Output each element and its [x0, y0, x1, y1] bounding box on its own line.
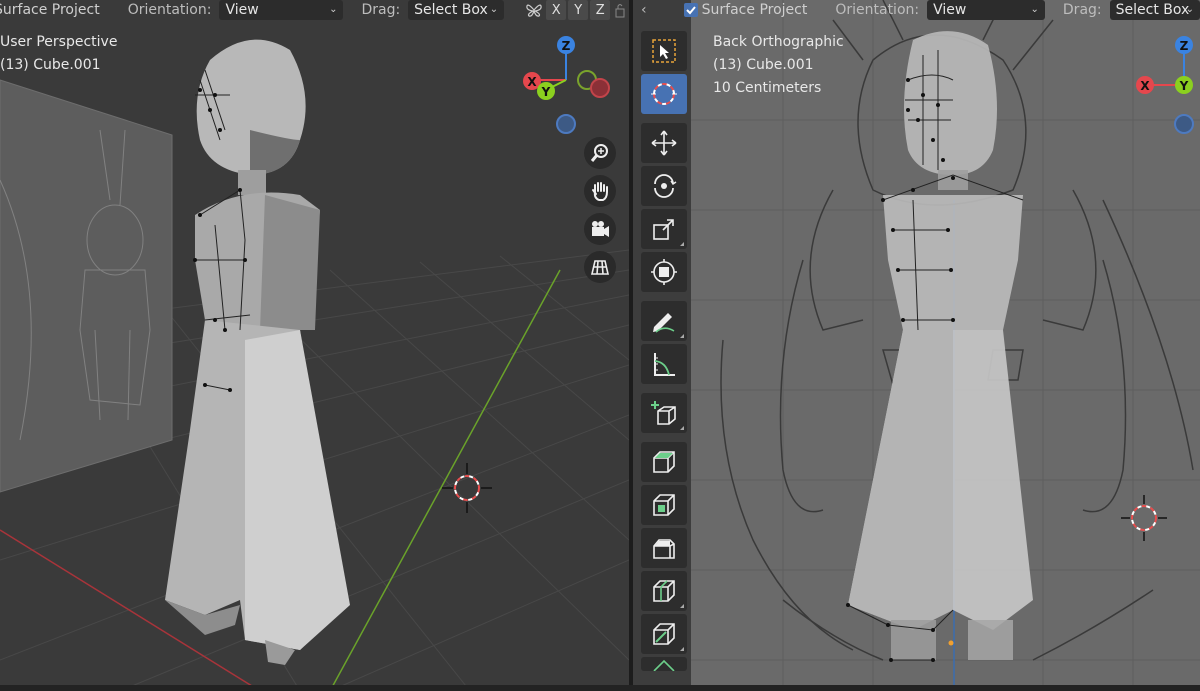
transform-icon — [651, 259, 677, 285]
tool-add-cube[interactable] — [641, 393, 687, 433]
add-cube-icon — [651, 401, 676, 425]
orientation-value: View — [225, 2, 259, 18]
zoom-icon — [590, 144, 608, 162]
checkmark-icon — [686, 6, 696, 15]
viewport-info-left: User Perspective (13) Cube.001 — [0, 31, 117, 77]
inset-icon — [653, 494, 675, 516]
mirror-y-button[interactable]: Y — [568, 0, 589, 20]
view-name: User Perspective — [0, 34, 118, 50]
mirror-z-button[interactable]: Z — [590, 0, 611, 20]
viewport-header-left: Surface Project Orientation: View ⌄ Drag… — [0, 0, 629, 20]
extrude-icon — [653, 451, 675, 473]
mode-checkbox[interactable] — [683, 3, 698, 17]
tool-loop-cut[interactable] — [641, 571, 687, 611]
viewport-right-canvas[interactable] — [633, 0, 1200, 691]
move-icon — [651, 130, 677, 156]
tool-annotate[interactable] — [641, 301, 687, 341]
drag-value: Select Box — [1115, 2, 1190, 18]
tool-shelf — [641, 31, 689, 674]
collapse-arrow-icon[interactable]: ‹ — [633, 2, 655, 18]
tool-inset[interactable] — [641, 485, 687, 525]
mirror-x-button[interactable]: X — [546, 0, 567, 20]
bottom-status-strip — [0, 685, 1200, 691]
drag-label: Drag: — [1062, 2, 1102, 18]
annotate-icon — [653, 313, 675, 333]
chevron-down-icon: ⌄ — [489, 4, 499, 15]
grid-icon — [590, 260, 610, 275]
hand-pan-icon — [592, 182, 608, 201]
object-info: (13) Cube.001 — [713, 57, 814, 73]
viewport-info-right: Back Orthographic (13) Cube.001 10 Centi… — [713, 31, 844, 100]
bevel-icon — [653, 539, 675, 559]
object-info: (13) Cube.001 — [0, 57, 101, 73]
drag-dropdown[interactable]: Select Box ⌄ — [408, 0, 505, 20]
tool-select-box[interactable] — [641, 31, 687, 71]
cursor-icon — [651, 83, 677, 105]
drag-value: Select Box — [414, 2, 488, 18]
rotate-icon — [654, 174, 677, 198]
tool-measure[interactable] — [641, 344, 687, 384]
tool-cursor[interactable] — [641, 74, 687, 114]
zoom-button[interactable] — [584, 137, 616, 169]
drag-dropdown[interactable]: Select Box ⌄ — [1109, 0, 1200, 20]
tool-poly-build[interactable] — [641, 657, 687, 671]
header-mode-label: Surface Project — [0, 2, 100, 18]
tool-extrude[interactable] — [641, 442, 687, 482]
tool-transform[interactable] — [641, 252, 687, 292]
viewport-right[interactable]: Z X Y ‹ Surface Project Orientation: Vie… — [633, 0, 1200, 691]
chevron-down-icon: ⌄ — [329, 4, 338, 15]
orientation-label: Orientation: — [127, 2, 212, 18]
select-box-icon — [652, 39, 676, 63]
knife-icon — [653, 623, 675, 645]
view-name: Back Orthographic — [713, 34, 844, 50]
ortho-toggle-button[interactable] — [584, 251, 616, 283]
camera-view-button[interactable] — [584, 213, 616, 245]
header-mode-label: Surface Project — [701, 2, 808, 18]
drag-label: Drag: — [361, 2, 401, 18]
tool-rotate[interactable] — [641, 166, 687, 206]
orientation-dropdown[interactable]: View ⌄ — [219, 0, 344, 20]
orientation-value: View — [933, 2, 967, 18]
poly-build-icon — [653, 659, 675, 671]
chevron-down-icon: ⌄ — [1185, 4, 1194, 15]
tool-move[interactable] — [641, 123, 687, 163]
chevron-down-icon: ⌄ — [1030, 4, 1039, 15]
pan-button[interactable] — [584, 175, 616, 207]
camera-icon — [592, 221, 609, 237]
viewport-left-canvas[interactable] — [0, 0, 629, 691]
orientation-label: Orientation: — [835, 2, 920, 18]
mirror-butterfly-icon[interactable] — [524, 0, 544, 20]
scale-icon — [653, 219, 674, 240]
viewport-header-right: ‹ Surface Project Orientation: View ⌄ Dr… — [633, 0, 1200, 20]
grid-scale: 10 Centimeters — [713, 80, 822, 96]
tool-bevel[interactable] — [641, 528, 687, 568]
measure-icon — [654, 353, 675, 376]
lock-icon[interactable] — [614, 0, 628, 20]
loop-cut-icon — [653, 580, 675, 602]
tool-knife[interactable] — [641, 614, 687, 654]
orientation-dropdown[interactable]: View ⌄ — [927, 0, 1045, 20]
tool-scale[interactable] — [641, 209, 687, 249]
viewport-left[interactable]: Z X Y Surface Project Orientation: View … — [0, 0, 629, 691]
